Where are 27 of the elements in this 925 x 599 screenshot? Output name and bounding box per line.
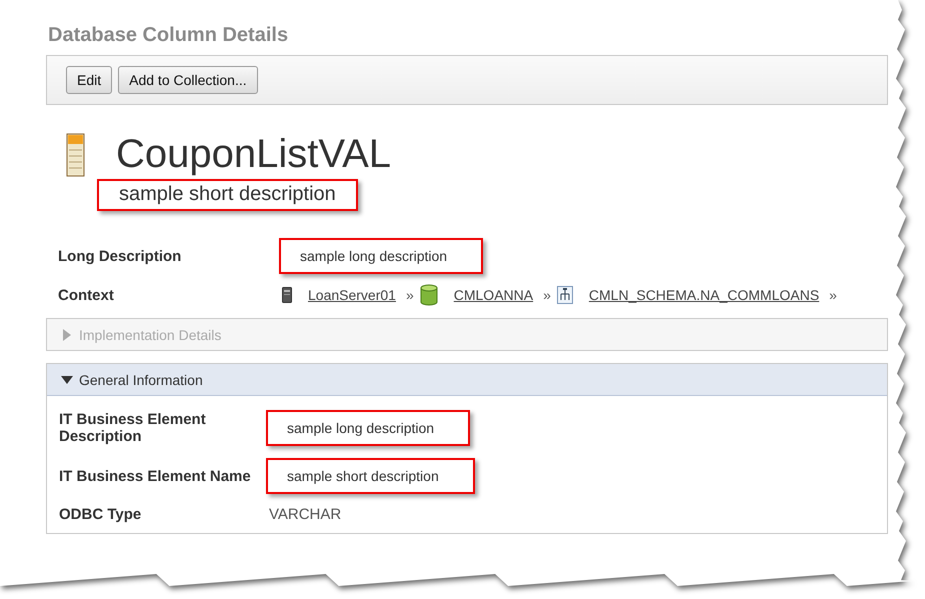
breadcrumb-separator: » xyxy=(406,287,414,303)
toolbar-button[interactable]: Edit xyxy=(66,66,112,94)
breadcrumb-link[interactable]: LoanServer01 xyxy=(308,287,396,303)
field-value: VARCHAR xyxy=(269,506,342,523)
highlighted-value: sample long description xyxy=(279,238,484,274)
field-label: IT Business Element Name xyxy=(59,468,252,484)
section-header[interactable]: General Information xyxy=(47,364,887,396)
breadcrumb-separator: » xyxy=(829,287,837,303)
database-icon xyxy=(420,284,438,306)
schema-icon xyxy=(556,286,573,304)
collapsed-triangle-icon xyxy=(61,328,73,340)
expanded-triangle-icon xyxy=(61,374,73,386)
field-label: IT Business Element Description xyxy=(59,411,207,445)
field-label: ODBC Type xyxy=(59,506,142,523)
field-label: Long Description xyxy=(58,248,182,264)
column-title: CouponListVAL xyxy=(116,132,391,177)
breadcrumb-link[interactable]: CMLOANNA xyxy=(454,287,534,303)
highlighted-value: sample long description xyxy=(266,410,470,446)
server-icon xyxy=(282,287,292,303)
highlighted-description: sample short description xyxy=(97,179,358,211)
breadcrumb-separator: » xyxy=(543,287,551,303)
breadcrumb-link[interactable]: CMLN_SCHEMA.NA_COMMLOANS xyxy=(588,287,820,303)
field-label: Context xyxy=(58,286,115,304)
page-title: Database Column Details xyxy=(48,24,290,47)
highlighted-value: sample short description xyxy=(266,458,475,494)
column-icon xyxy=(66,132,86,176)
toolbar-button[interactable]: Add to Collection... xyxy=(118,66,258,94)
